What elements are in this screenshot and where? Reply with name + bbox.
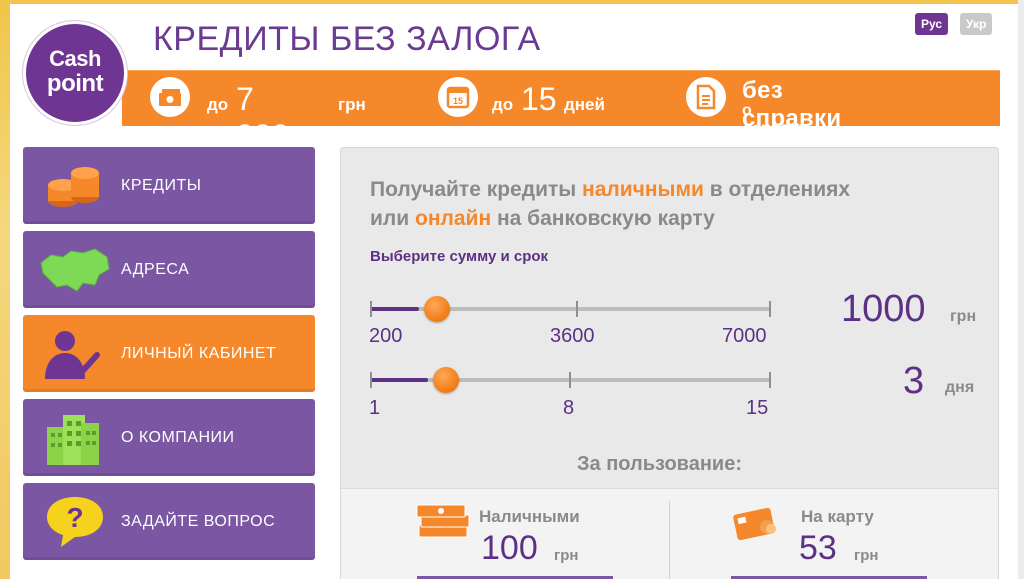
- building-icon: [37, 409, 113, 467]
- amount-value: 1000: [841, 288, 926, 330]
- card-fee-value: 53: [799, 529, 837, 567]
- amount-tick-max: [769, 301, 771, 317]
- heading-highlight-online: онлайн: [415, 207, 492, 230]
- svg-text:?: ?: [66, 502, 83, 533]
- user-check-icon: [37, 325, 113, 383]
- term-slider-fill: [370, 378, 428, 382]
- amount-slider-fill: [370, 307, 420, 311]
- amount-unit: грн: [950, 308, 977, 325]
- amount-tick-min: [370, 301, 372, 317]
- language-ru-button[interactable]: Рус: [915, 13, 949, 35]
- logo-text-point: point: [46, 70, 104, 97]
- term-min-label: 1: [369, 397, 381, 419]
- term-unit: дня: [945, 379, 975, 396]
- term-slider-handle[interactable]: [432, 367, 459, 393]
- sidebar-item-label: О КОМПАНИИ: [121, 429, 235, 446]
- sidebar-item-label: АДРЕСА: [121, 261, 190, 278]
- sidebar-item-addresses[interactable]: АДРЕСА: [23, 231, 315, 308]
- map-icon: [37, 241, 113, 299]
- amount-min-label: 200: [369, 325, 403, 347]
- select-amount-term-label: Выберите сумму и срок: [370, 248, 549, 265]
- document-icon: [686, 77, 726, 117]
- coins-icon: [37, 157, 113, 215]
- feature-amount-value: 7 000: [236, 81, 290, 154]
- heading-text: Получайте кредиты: [370, 178, 583, 201]
- heading-highlight-cash: наличными: [582, 178, 704, 201]
- calendar-icon: 15: [438, 77, 478, 117]
- sidebar-item-about[interactable]: О КОМПАНИИ: [23, 399, 315, 476]
- usage-fee-options: Наличными 100 грн На карту 53 грн: [341, 488, 998, 579]
- heading-text: на банковскую карту: [491, 207, 715, 230]
- sidebar-item-label: КРЕДИТЫ: [121, 177, 202, 194]
- bank-card-icon: [733, 501, 781, 546]
- cash-fee-value: 100: [481, 529, 538, 567]
- feature-term-value: 15: [521, 81, 557, 117]
- feature-amount-prefix: до: [207, 95, 229, 114]
- amount-slider-handle[interactable]: [424, 296, 451, 322]
- sidebar-item-credits[interactable]: КРЕДИТЫ: [23, 147, 315, 224]
- sidebar-item-account[interactable]: ЛИЧНЫЙ КАБИНЕТ: [23, 315, 315, 392]
- cashpoint-logo[interactable]: Cash point: [23, 21, 127, 125]
- logo-text-cash: Cash: [49, 46, 101, 71]
- term-value: 3: [903, 360, 925, 402]
- language-uk-button[interactable]: Укр: [960, 13, 993, 35]
- page-top-border: [0, 0, 1024, 4]
- cash-fee-unit: грн: [554, 547, 579, 564]
- page-left-border: [0, 0, 10, 579]
- usage-fee-title: За пользование:: [577, 453, 742, 475]
- amount-mid-label: 3600: [550, 325, 595, 347]
- feature-banner: до 7 000 грн 15 до 15 дней без справки о…: [122, 70, 1000, 154]
- sidebar-item-label: ЗАДАЙТЕ ВОПРОС: [121, 513, 276, 530]
- term-tick-min: [370, 372, 372, 388]
- heading-text: или: [370, 207, 415, 230]
- question-icon: ?: [37, 493, 113, 551]
- loan-calculator: Получайте кредиты наличными в отделениях…: [340, 147, 999, 579]
- amount-max-label: 7000: [722, 325, 767, 347]
- feature-no-certificate-subtitle: о доходах: [742, 102, 808, 137]
- term-tick-max: [769, 372, 771, 388]
- calendar-icon-number: 15: [453, 96, 463, 106]
- sidebar-item-ask-question[interactable]: ? ЗАДАЙТЕ ВОПРОС: [23, 483, 315, 560]
- term-max-label: 15: [746, 397, 769, 419]
- cash-label: Наличными: [479, 507, 580, 526]
- feature-term-unit: дней: [564, 95, 605, 114]
- card-label: На карту: [801, 507, 874, 526]
- feature-amount-unit: грн: [338, 95, 366, 114]
- heading-text: в отделениях: [703, 178, 851, 201]
- page-title: КРЕДИТЫ БЕЗ ЗАЛОГА: [153, 20, 541, 58]
- card-fee-unit: грн: [854, 547, 879, 564]
- page-right-scrollbar[interactable]: [1018, 0, 1024, 579]
- sidebar-item-label: ЛИЧНЫЙ КАБИНЕТ: [121, 345, 277, 362]
- term-mid-label: 8: [563, 397, 575, 419]
- term-tick-mid: [569, 372, 571, 388]
- money-icon: [150, 77, 190, 117]
- calculator-heading: Получайте кредиты наличными в отделениях…: [370, 175, 970, 233]
- amount-tick-mid: [576, 301, 578, 317]
- feature-term-prefix: до: [492, 95, 514, 114]
- banknotes-icon: [415, 497, 471, 546]
- usage-divider: [669, 501, 670, 579]
